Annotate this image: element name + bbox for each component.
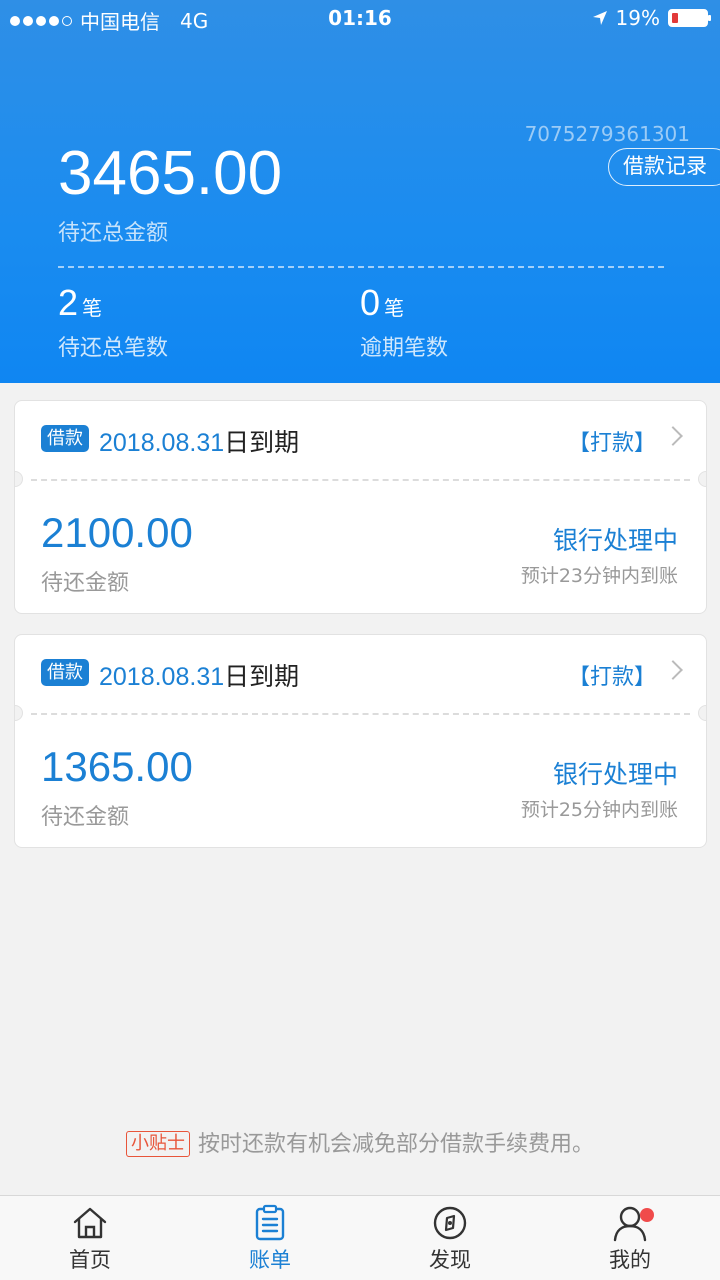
card-divider	[31, 479, 690, 481]
bill-icon	[250, 1204, 290, 1242]
summary-header: 中国电信 4G 01:16 19% 7075279361301 借款记录 346…	[0, 0, 720, 383]
tab-bills[interactable]: 账单	[210, 1204, 330, 1274]
loan-amount-label: 待还金额	[41, 571, 130, 596]
home-icon	[70, 1204, 110, 1242]
header-divider	[58, 266, 664, 268]
overdue-count-label: 逾期笔数	[360, 336, 449, 361]
loan-status: 银行处理中	[552, 526, 678, 555]
chevron-right-icon[interactable]	[663, 426, 683, 446]
compass-icon	[430, 1204, 470, 1242]
status-bar: 中国电信 4G 01:16 19%	[0, 0, 720, 38]
due-date: 2018.08.31日到期	[99, 657, 299, 693]
loan-eta: 预计25分钟内到账	[520, 799, 678, 821]
tab-mine[interactable]: 我的	[570, 1204, 690, 1274]
loan-card-header[interactable]: 借款 2018.08.31日到期 【打款】	[15, 401, 706, 479]
due-date: 2018.08.31日到期	[99, 423, 299, 459]
due-date-value: 2018.08.31	[99, 663, 225, 691]
chevron-right-icon[interactable]	[663, 660, 683, 680]
card-divider	[31, 713, 690, 715]
loan-records-button[interactable]: 借款记录	[608, 148, 720, 186]
card-notch-right	[698, 471, 706, 487]
overdue-count: 0	[360, 282, 381, 323]
pay-link[interactable]: 【打款】	[568, 425, 656, 457]
pay-link[interactable]: 【打款】	[568, 659, 656, 691]
overdue-count-unit: 笔	[384, 296, 405, 320]
account-number: 7075279361301	[524, 122, 690, 146]
user-icon	[610, 1204, 654, 1242]
tip-badge: 小贴士	[125, 1131, 190, 1157]
tip-text: 按时还款有机会减免部分借款手续费用。	[197, 1132, 594, 1157]
notification-dot	[640, 1208, 654, 1222]
card-notch-right	[698, 705, 706, 721]
card-notch-left	[15, 705, 23, 721]
due-date-suffix: 日到期	[224, 662, 300, 691]
total-amount-label: 待还总金额	[58, 221, 169, 246]
location-arrow-icon	[592, 11, 607, 25]
loan-amount: 1365.00	[41, 743, 193, 790]
due-date-suffix: 日到期	[224, 428, 300, 457]
pending-count-stat: 2笔 待还总笔数	[58, 282, 168, 362]
battery-icon	[668, 9, 711, 27]
loan-status: 银行处理中	[552, 760, 678, 789]
loan-card[interactable]: 借款 2018.08.31日到期 【打款】 2100.00 待还金额 银行处理中…	[14, 400, 707, 614]
tab-bills-label: 账单	[249, 1248, 291, 1272]
loan-amount: 2100.00	[41, 509, 193, 556]
pending-count: 2	[58, 282, 79, 323]
due-date-value: 2018.08.31	[99, 429, 225, 457]
tab-discover-label: 发现	[429, 1248, 471, 1272]
pending-count-label: 待还总笔数	[58, 336, 169, 361]
loan-card[interactable]: 借款 2018.08.31日到期 【打款】 1365.00 待还金额 银行处理中…	[14, 634, 707, 848]
tab-home-label: 首页	[69, 1248, 111, 1272]
pending-count-unit: 笔	[82, 296, 103, 320]
total-amount: 3465.00	[58, 139, 283, 208]
loan-card-header[interactable]: 借款 2018.08.31日到期 【打款】	[15, 635, 706, 713]
overdue-count-stat: 0笔 逾期笔数	[360, 282, 448, 362]
tab-home[interactable]: 首页	[30, 1204, 150, 1274]
status-right: 19%	[592, 6, 711, 30]
battery-percent: 19%	[615, 6, 660, 30]
tab-mine-label: 我的	[609, 1248, 651, 1272]
tab-discover[interactable]: 发现	[390, 1204, 510, 1274]
loan-tag: 借款	[41, 425, 89, 452]
loan-amount-label: 待还金额	[41, 805, 130, 830]
loan-eta: 预计23分钟内到账	[520, 565, 678, 587]
tab-bar: 首页 账单 发现 我的	[0, 1195, 720, 1280]
tip-banner: 小贴士 按时还款有机会减免部分借款手续费用。	[0, 1126, 720, 1158]
loan-tag: 借款	[41, 659, 89, 686]
card-notch-left	[15, 471, 23, 487]
